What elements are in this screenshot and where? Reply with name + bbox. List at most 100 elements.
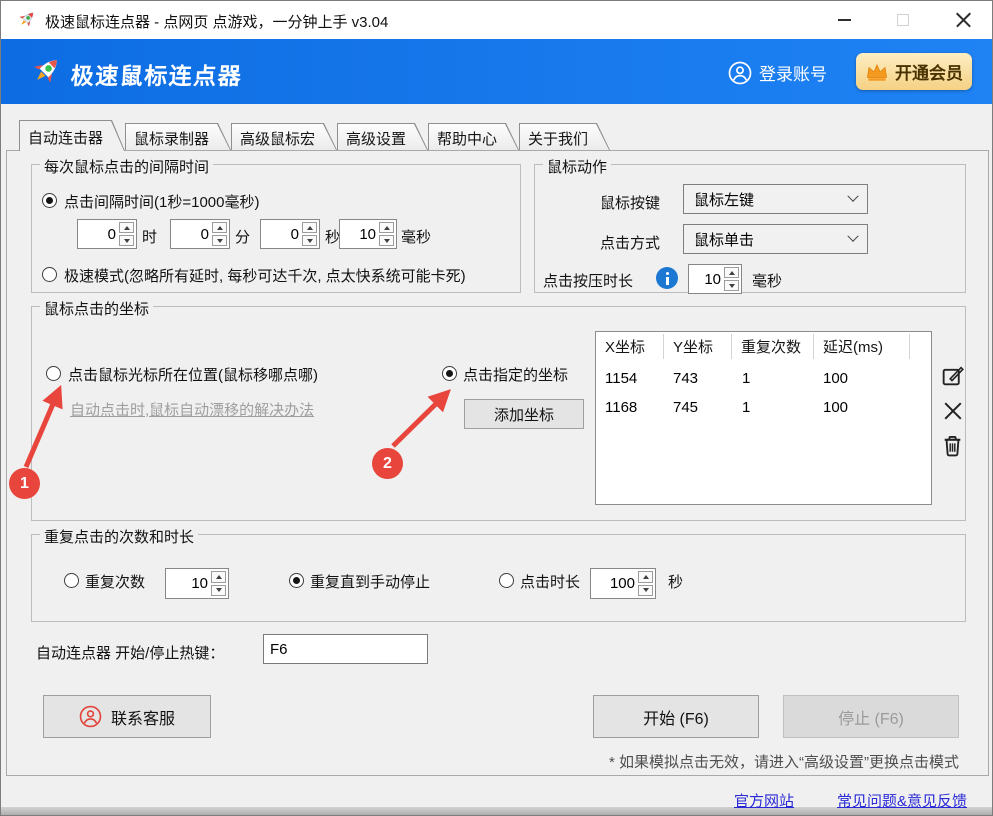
- brand-title: 极速鼠标连点器: [69, 63, 244, 89]
- stop-button: 停止 (F6): [783, 695, 959, 738]
- spin-down-icon[interactable]: [119, 235, 134, 246]
- login-account-button[interactable]: 登录账号: [728, 60, 827, 85]
- spin-up-icon[interactable]: [212, 222, 227, 233]
- col-header-repeat[interactable]: 重复次数: [732, 334, 814, 359]
- radio-click-fixed-coords[interactable]: [442, 366, 457, 381]
- hours-stepper[interactable]: 0: [77, 219, 137, 249]
- start-button[interactable]: 开始 (F6): [593, 695, 759, 738]
- spin-up-icon[interactable]: [211, 571, 226, 583]
- close-icon: [955, 12, 972, 29]
- click-duration-label[interactable]: 点击时长: [520, 571, 580, 592]
- tab-advanced-settings[interactable]: 高级设置: [337, 123, 428, 150]
- edit-icon[interactable]: [940, 363, 965, 388]
- tab-help-center[interactable]: 帮助中心: [428, 123, 519, 150]
- official-site-link[interactable]: 官方网站: [734, 790, 794, 811]
- tab-advanced-macro[interactable]: 高级鼠标宏: [231, 123, 337, 150]
- tab-mouse-recorder[interactable]: 鼠标录制器: [125, 123, 231, 150]
- user-circle-icon: [79, 705, 102, 728]
- spin-down-icon[interactable]: [724, 280, 739, 291]
- info-icon[interactable]: [656, 267, 678, 289]
- radio-repeat-count[interactable]: [64, 573, 79, 588]
- radio-turbo-mode[interactable]: [42, 267, 57, 282]
- coords-group-legend: 鼠标点击的坐标: [40, 298, 154, 319]
- radio-click-at-cursor[interactable]: [46, 366, 61, 381]
- drift-solution-link[interactable]: 自动点击时,鼠标自动漂移的解决办法: [70, 399, 314, 420]
- press-duration-stepper[interactable]: 10: [688, 264, 742, 294]
- window-title: 极速鼠标连点器 - 点网页 点游戏，一分钟上手 v3.04: [45, 14, 389, 31]
- trash-icon[interactable]: [940, 433, 965, 458]
- click-mode-select[interactable]: 鼠标单击: [683, 224, 868, 254]
- spin-up-icon[interactable]: [379, 222, 394, 233]
- tab-about-us[interactable]: 关于我们: [519, 123, 610, 150]
- seconds-unit: 秒: [325, 229, 341, 246]
- press-duration-value[interactable]: 10: [689, 265, 724, 293]
- hotkey-input[interactable]: [263, 634, 428, 664]
- radio-repeat-until-stop[interactable]: [289, 573, 304, 588]
- repeat-until-stop-label[interactable]: 重复直到手动停止: [310, 571, 430, 592]
- radio-turbo-label[interactable]: 极速模式(忽略所有延时, 每秒可达千次, 点太快系统可能卡死): [64, 265, 466, 286]
- tab-label: 高级设置: [346, 131, 407, 148]
- interval-group: 每次鼠标点击的间隔时间 点击间隔时间(1秒=1000毫秒) 0 时 0 分 0 …: [31, 156, 521, 293]
- milliseconds-value[interactable]: 10: [340, 220, 379, 248]
- click-mode-value: 鼠标单击: [694, 231, 755, 249]
- minutes-unit: 分: [235, 229, 251, 246]
- open-vip-button[interactable]: 开通会员: [856, 53, 972, 90]
- add-coordinate-button[interactable]: 添加坐标: [464, 399, 584, 429]
- maximize-button[interactable]: [880, 1, 926, 39]
- spin-down-icon[interactable]: [302, 235, 317, 246]
- radio-interval-time[interactable]: [42, 193, 57, 208]
- radio-fixed-label[interactable]: 点击指定的坐标: [463, 364, 568, 385]
- col-header-x[interactable]: X坐标: [596, 334, 664, 359]
- repeat-count-value[interactable]: 10: [166, 569, 211, 598]
- radio-interval-label[interactable]: 点击间隔时间(1秒=1000毫秒): [64, 191, 259, 212]
- click-mode-label: 点击方式: [600, 235, 661, 252]
- mouse-action-legend: 鼠标动作: [543, 156, 612, 177]
- milliseconds-stepper[interactable]: 10: [339, 219, 397, 249]
- spin-down-icon[interactable]: [638, 584, 653, 596]
- contact-support-button[interactable]: 联系客服: [43, 695, 211, 738]
- hours-value[interactable]: 0: [78, 220, 119, 248]
- mouse-action-group: 鼠标动作 鼠标按键 鼠标左键 点击方式 鼠标单击 点击按压时长 10 毫秒: [534, 156, 966, 294]
- seconds-stepper[interactable]: 0: [260, 219, 320, 249]
- seconds-value[interactable]: 0: [261, 220, 302, 248]
- repeat-count-label[interactable]: 重复次数: [85, 571, 145, 592]
- mouse-button-select[interactable]: 鼠标左键: [683, 184, 868, 214]
- repeat-count-stepper[interactable]: 10: [165, 568, 229, 599]
- spin-up-icon[interactable]: [302, 222, 317, 233]
- minutes-stepper[interactable]: 0: [170, 219, 230, 249]
- faq-feedback-link[interactable]: 常见问题&意见反馈: [837, 790, 967, 811]
- radio-cursor-label[interactable]: 点击鼠标光标所在位置(鼠标移哪点哪): [68, 364, 318, 385]
- close-button[interactable]: [940, 1, 986, 39]
- spin-down-icon[interactable]: [211, 584, 226, 596]
- coords-table[interactable]: X坐标 Y坐标 重复次数 延迟(ms) 1154 743 1 100 1168 …: [595, 331, 932, 505]
- login-label: 登录账号: [759, 65, 827, 84]
- cell-delay: 100: [823, 370, 849, 387]
- minimize-button[interactable]: [821, 1, 867, 39]
- radio-click-duration[interactable]: [499, 573, 514, 588]
- tab-auto-clicker[interactable]: 自动连击器: [19, 120, 125, 151]
- spin-up-icon[interactable]: [724, 267, 739, 278]
- repeat-group: 重复点击的次数和时长 重复次数 10 重复直到手动停止 点击时长 100 秒: [31, 526, 966, 622]
- press-duration-unit: 毫秒: [752, 273, 783, 290]
- press-duration-label: 点击按压时长: [543, 273, 634, 290]
- click-duration-stepper[interactable]: 100: [590, 568, 656, 599]
- annotation-badge-1: 1: [9, 468, 40, 499]
- click-duration-value[interactable]: 100: [591, 569, 638, 598]
- milliseconds-unit: 毫秒: [401, 229, 432, 246]
- minutes-value[interactable]: 0: [171, 220, 212, 248]
- cell-x: 1154: [605, 370, 638, 387]
- hours-unit: 时: [142, 229, 158, 246]
- spin-up-icon[interactable]: [638, 571, 653, 583]
- mouse-button-label: 鼠标按键: [600, 195, 661, 212]
- annotation-badge-2: 2: [372, 448, 403, 479]
- spin-down-icon[interactable]: [379, 235, 394, 246]
- tab-label: 帮助中心: [437, 131, 498, 148]
- vip-label: 开通会员: [895, 64, 963, 83]
- click-duration-unit: 秒: [668, 574, 684, 591]
- spin-up-icon[interactable]: [119, 222, 134, 233]
- tab-label: 自动连击器: [28, 130, 104, 147]
- col-header-y[interactable]: Y坐标: [664, 334, 732, 359]
- rocket-icon: [34, 60, 57, 83]
- col-header-delay[interactable]: 延迟(ms): [814, 334, 910, 359]
- spin-down-icon[interactable]: [212, 235, 227, 246]
